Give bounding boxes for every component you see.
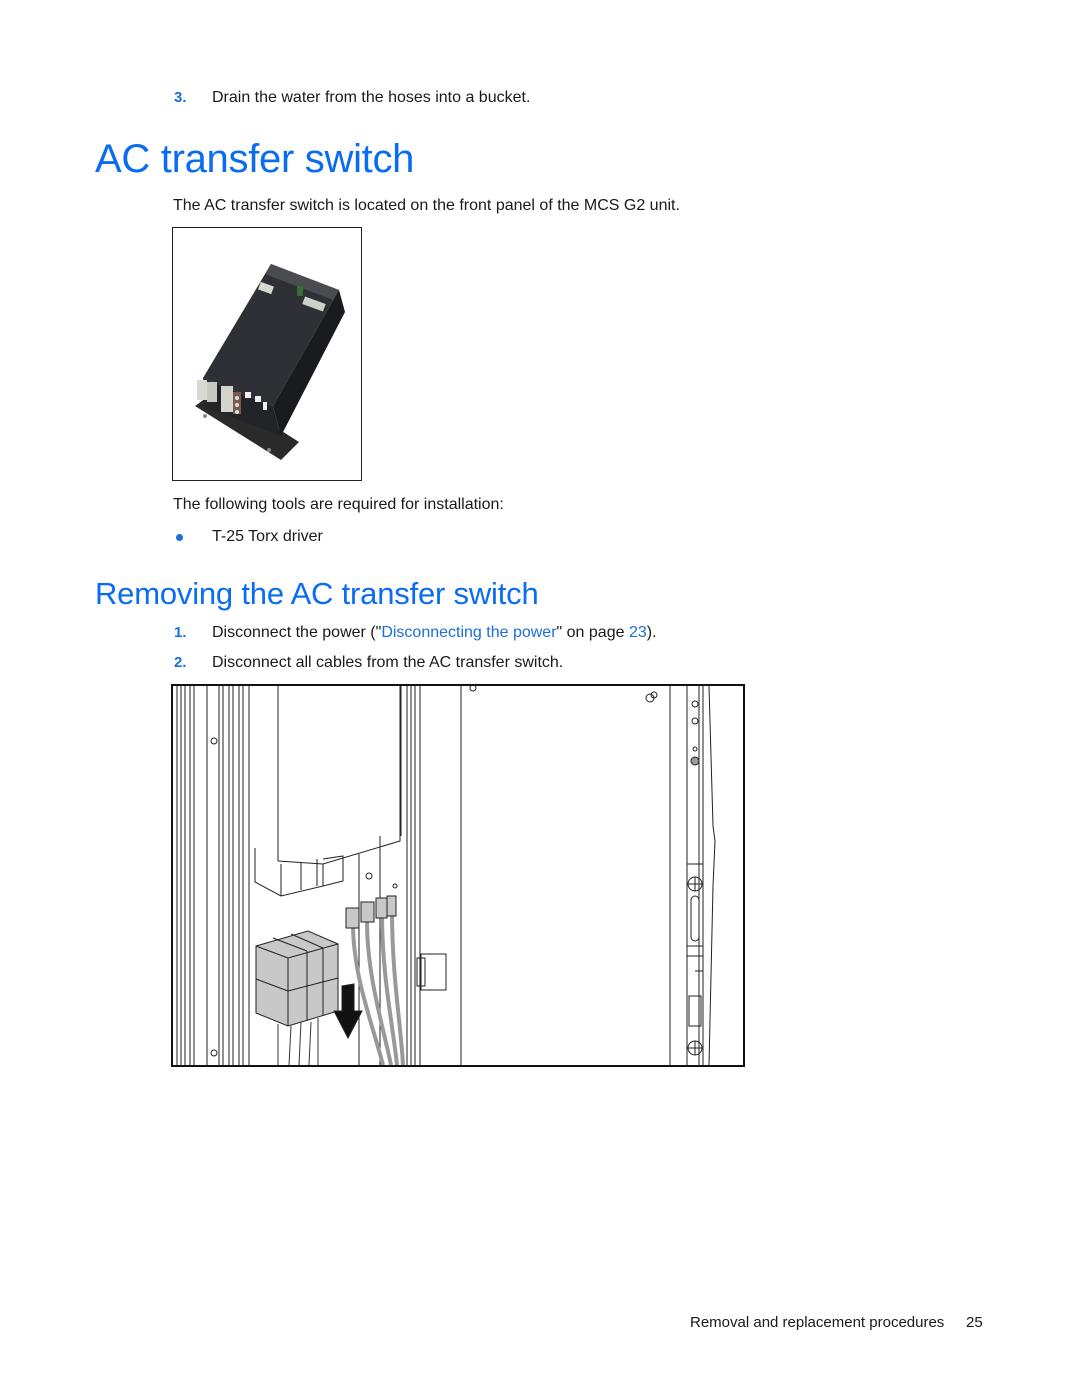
step-number: 1. <box>174 624 187 641</box>
tools-intro: The following tools are required for ins… <box>173 496 504 513</box>
step-number: 3. <box>174 89 187 106</box>
page-link[interactable]: 23 <box>629 624 647 641</box>
step-number: 2. <box>174 654 187 671</box>
ac-transfer-switch-photo <box>195 264 345 460</box>
step-text: Disconnect the power ("Disconnecting the… <box>212 623 657 643</box>
cross-reference-link[interactable]: Disconnecting the power <box>381 624 556 641</box>
removal-diagram-figure <box>171 684 745 1067</box>
footer-page-number: 25 <box>966 1314 983 1331</box>
tool-name: T-25 Torx driver <box>212 528 323 545</box>
step-text-before: Disconnect the power (" <box>212 624 382 641</box>
step-text-mid: " on page <box>556 624 629 641</box>
product-photo-figure <box>172 227 362 481</box>
step-text: Drain the water from the hoses into a bu… <box>212 89 531 106</box>
intro-paragraph: The AC transfer switch is located on the… <box>173 197 680 214</box>
removal-line-drawing <box>176 686 716 1065</box>
subsection-heading: Removing the AC transfer switch <box>95 576 539 611</box>
step-text-after: ). <box>646 624 657 641</box>
section-heading: AC transfer switch <box>95 137 415 181</box>
bullet-icon <box>176 534 183 541</box>
step-text: Disconnect all cables from the AC transf… <box>212 654 564 671</box>
footer-section-name: Removal and replacement procedures <box>690 1314 945 1331</box>
